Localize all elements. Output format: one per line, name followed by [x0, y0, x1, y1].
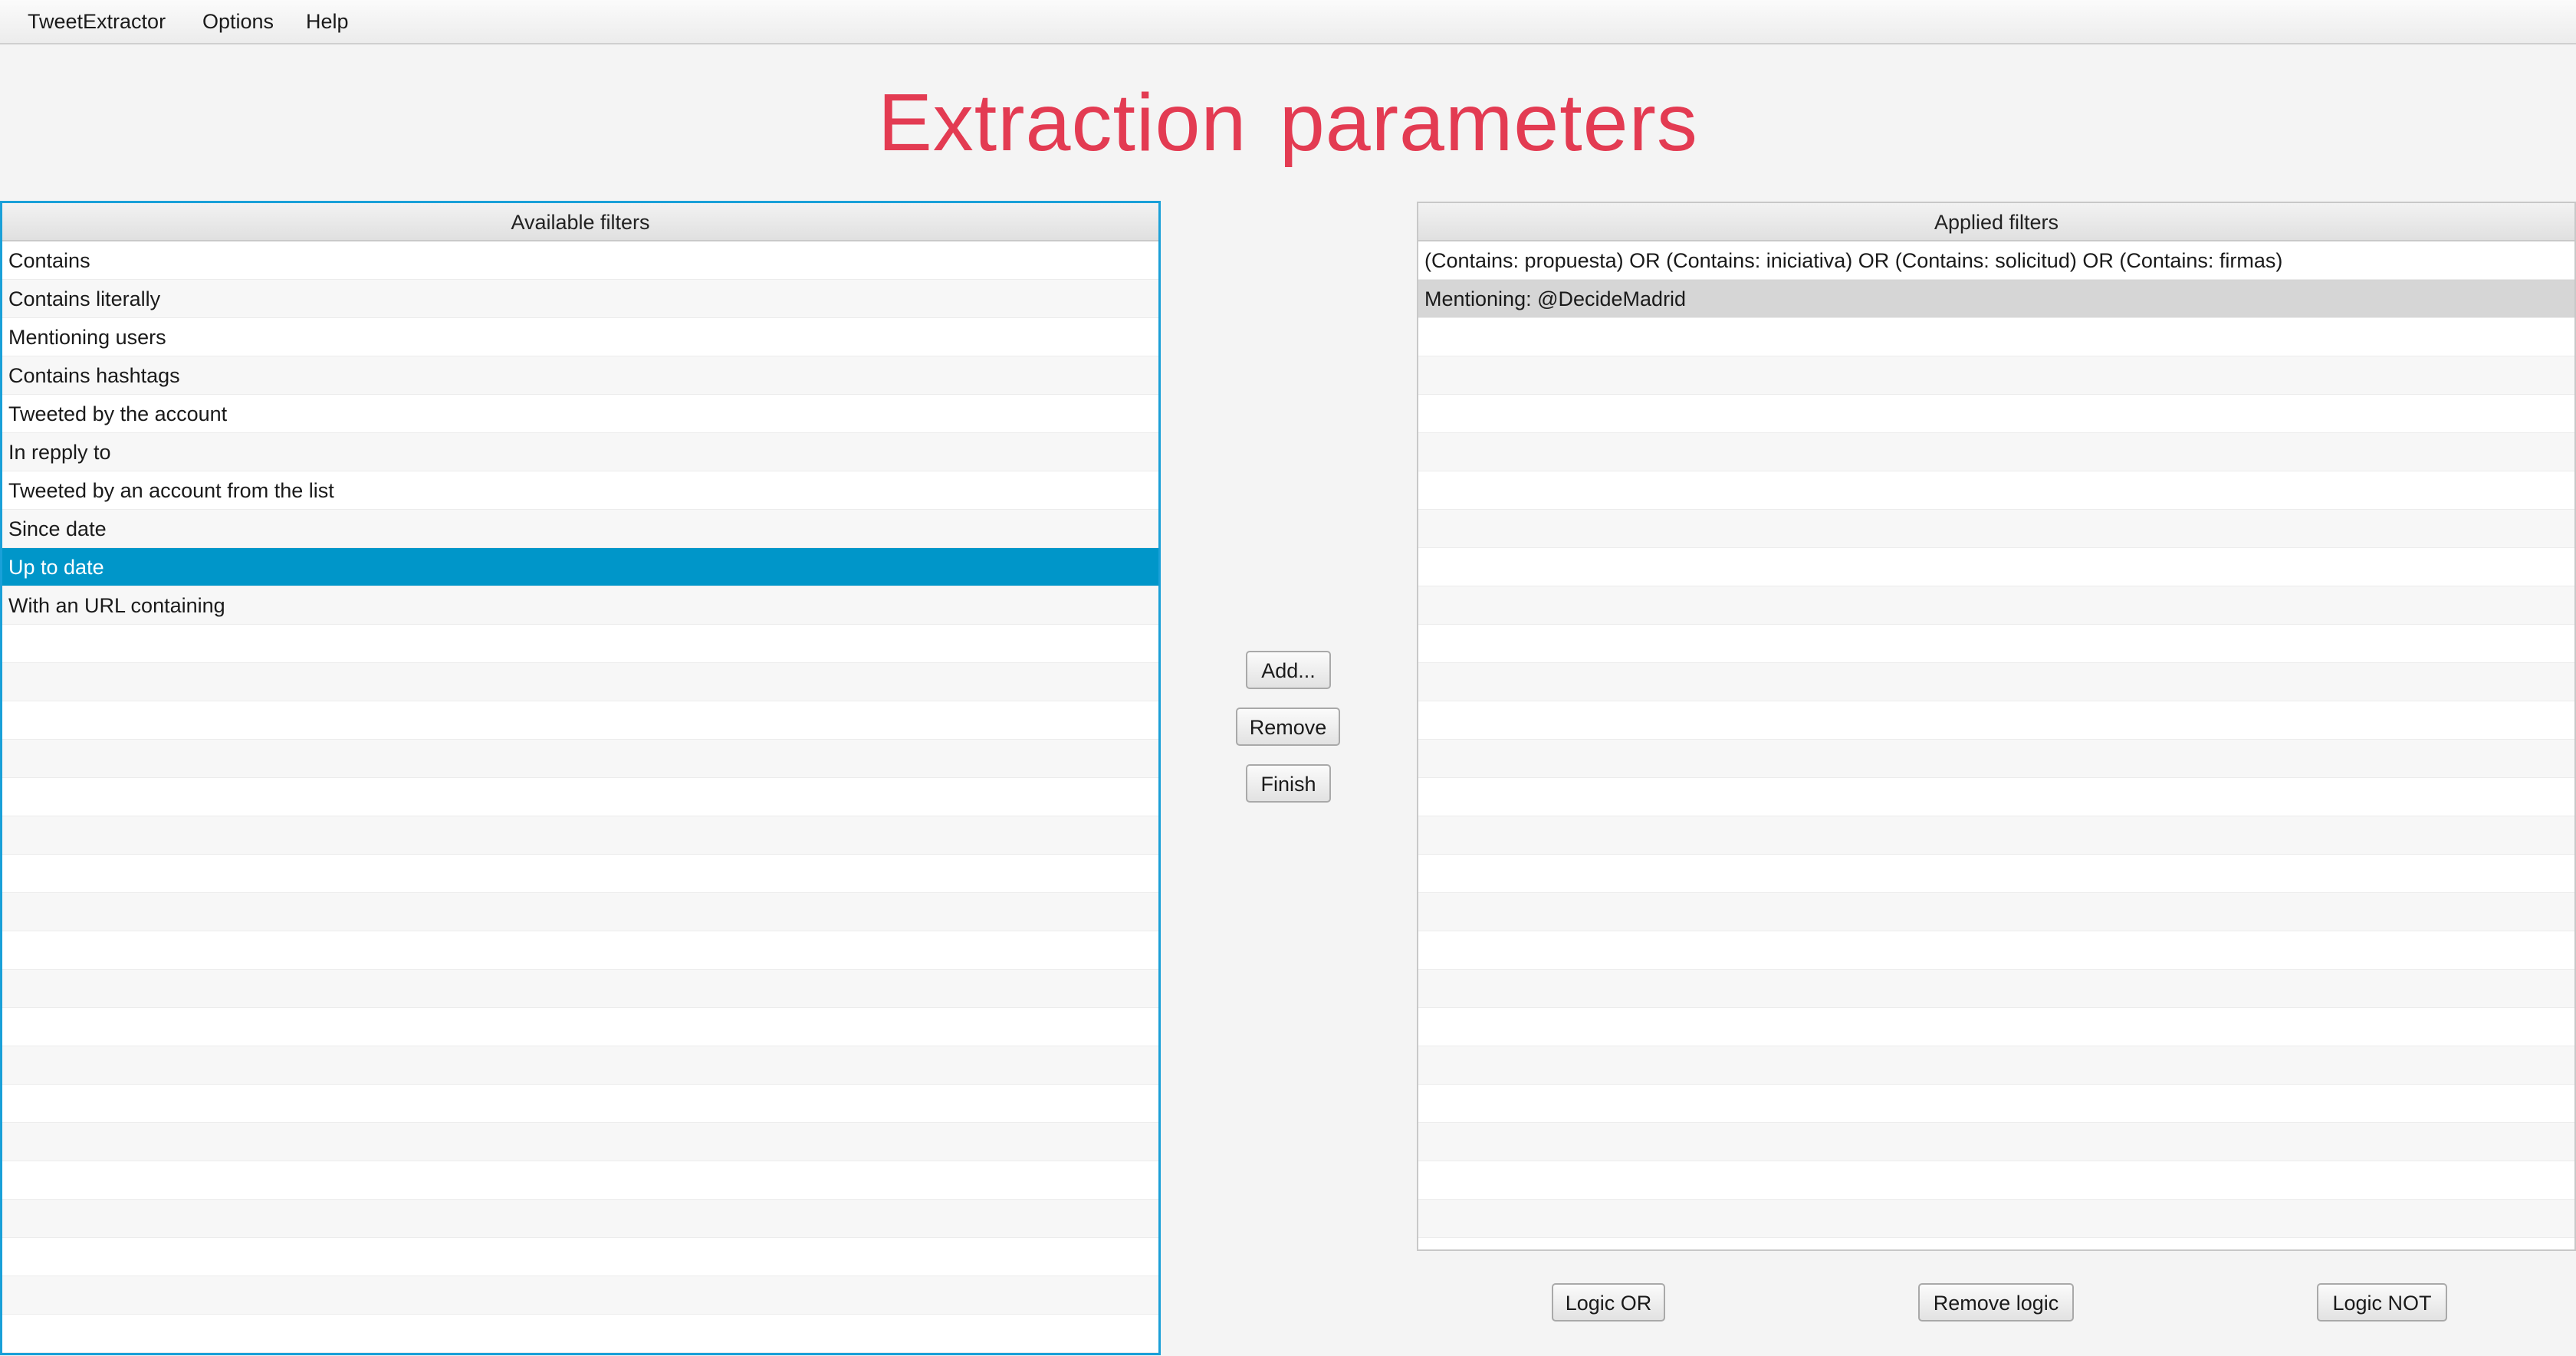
applied-filter-empty-row [1418, 663, 2574, 701]
applied-filter-empty-row [1418, 893, 2574, 931]
applied-filter-empty-row [1418, 1238, 2574, 1249]
applied-filter-empty-row [1418, 1085, 2574, 1123]
available-filter-empty-row [2, 1085, 1158, 1123]
available-filter-empty-row [2, 931, 1158, 970]
applied-filter-empty-row [1418, 1161, 2574, 1200]
available-filter-empty-row [2, 1238, 1158, 1276]
menu-help[interactable]: Help [306, 0, 349, 43]
available-filter-empty-row [2, 970, 1158, 1008]
available-filter-empty-row [2, 816, 1158, 855]
applied-filter-empty-row [1418, 931, 2574, 970]
remove-logic-button[interactable]: Remove logic [1918, 1283, 2074, 1322]
page-title: Extraction parameters [878, 77, 1698, 168]
finish-button[interactable]: Finish [1246, 764, 1331, 803]
menu-options[interactable]: Options [202, 0, 274, 43]
applied-filter-empty-row [1418, 395, 2574, 433]
available-filter-item[interactable]: Up to date [2, 548, 1158, 586]
applied-filter-empty-row [1418, 1200, 2574, 1238]
available-filter-empty-row [2, 1123, 1158, 1161]
applied-filter-empty-row [1418, 855, 2574, 893]
applied-filters-list[interactable]: Applied filters (Contains: propuesta) OR… [1417, 202, 2576, 1251]
available-filter-empty-row [2, 663, 1158, 701]
applied-filter-empty-row [1418, 1046, 2574, 1085]
applied-filter-empty-row [1418, 548, 2574, 586]
available-filter-empty-row [2, 1008, 1158, 1046]
available-filter-item[interactable]: In repply to [2, 433, 1158, 471]
add-button[interactable]: Add... [1246, 651, 1331, 689]
logic-or-button[interactable]: Logic OR [1552, 1283, 1665, 1322]
available-filter-empty-row [2, 625, 1158, 663]
applied-filter-empty-row [1418, 433, 2574, 471]
available-filters-header: Available filters [2, 203, 1158, 241]
available-filter-empty-row [2, 778, 1158, 816]
applied-filter-empty-row [1418, 510, 2574, 548]
available-filter-item[interactable]: Contains [2, 241, 1158, 280]
available-filter-item[interactable]: Contains literally [2, 280, 1158, 318]
available-filters-rows: Contains Contains literally Mentioning use… [2, 241, 1158, 1355]
available-filter-empty-row [2, 855, 1158, 893]
applied-filter-item[interactable]: (Contains: propuesta) OR (Contains: inic… [1418, 241, 2574, 280]
applied-filter-empty-row [1418, 740, 2574, 778]
available-filter-empty-row [2, 893, 1158, 931]
available-filter-item[interactable]: Since date [2, 510, 1158, 548]
available-filter-item[interactable]: Mentioning users [2, 318, 1158, 356]
available-filter-empty-row [2, 740, 1158, 778]
applied-filters-rows: (Contains: propuesta) OR (Contains: inic… [1418, 241, 2574, 1249]
applied-filter-empty-row [1418, 816, 2574, 855]
available-filter-empty-row [2, 1046, 1158, 1085]
applied-filter-empty-row [1418, 1123, 2574, 1161]
logic-not-button[interactable]: Logic NOT [2317, 1283, 2447, 1322]
available-filter-item[interactable]: Contains hashtags [2, 356, 1158, 395]
applied-filters-header: Applied filters [1418, 203, 2574, 241]
available-filters-list[interactable]: Available filters Contains Contains liter… [0, 201, 1161, 1355]
applied-filter-empty-row [1418, 1008, 2574, 1046]
applied-filter-empty-row [1418, 778, 2574, 816]
available-filter-empty-row [2, 1315, 1158, 1353]
applied-filter-item[interactable]: Mentioning: @DecideMadrid [1418, 280, 2574, 318]
remove-button[interactable]: Remove [1236, 708, 1340, 746]
applied-filter-empty-row [1418, 701, 2574, 740]
available-filter-empty-row [2, 1200, 1158, 1238]
available-filter-empty-row [2, 1161, 1158, 1200]
menu-tweetextractor[interactable]: TweetExtractor [28, 0, 166, 43]
applied-filter-empty-row [1418, 586, 2574, 625]
applied-filter-empty-row [1418, 356, 2574, 395]
applied-filter-empty-row [1418, 970, 2574, 1008]
available-filter-item[interactable]: With an URL containing [2, 586, 1158, 625]
available-filter-empty-row [2, 1276, 1158, 1315]
applied-filter-empty-row [1418, 625, 2574, 663]
available-filter-item[interactable]: Tweeted by an account from the list [2, 471, 1158, 510]
applied-filter-empty-row [1418, 318, 2574, 356]
available-filter-empty-row [2, 1353, 1158, 1355]
applied-filter-empty-row [1418, 471, 2574, 510]
available-filter-empty-row [2, 701, 1158, 740]
menu-bar: TweetExtractor Options Help [0, 0, 2576, 44]
available-filter-item[interactable]: Tweeted by the account [2, 395, 1158, 433]
